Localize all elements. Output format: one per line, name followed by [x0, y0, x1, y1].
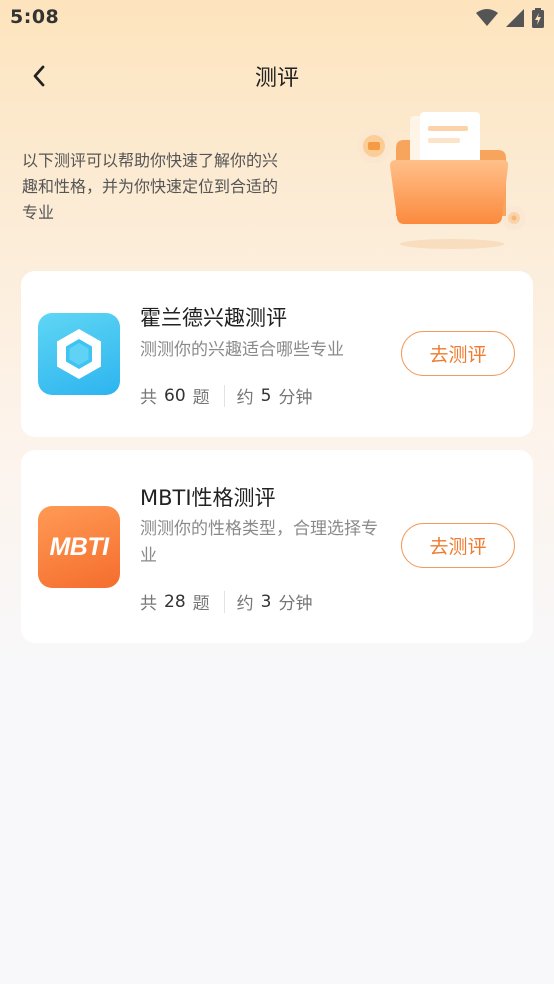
- intro-text: 以下测评可以帮助你快速了解你的兴趣和性格，并为你快速定位到合适的专业: [22, 151, 279, 222]
- duration-minutes: 5: [260, 385, 272, 406]
- assessment-card-mbti[interactable]: MBTI MBTI性格测评 测测你的性格类型，合理选择专业 共 28 题 约 3…: [21, 450, 533, 643]
- hexagon-icon: [57, 329, 101, 379]
- folder-illustration: [357, 112, 526, 249]
- start-assessment-button[interactable]: 去测评: [401, 523, 515, 568]
- assessment-card-holland[interactable]: 霍兰德兴趣测评 测测你的兴趣适合哪些专业 共 60 题 约 5 分钟 去测评: [21, 271, 533, 437]
- meta-divider: [223, 384, 225, 407]
- assessment-description: 测测你的兴趣适合哪些专业: [140, 340, 344, 360]
- time-prefix: 约: [236, 594, 254, 614]
- assessment-title: MBTI性格测评: [140, 486, 276, 510]
- questions-prefix: 共: [140, 594, 157, 614]
- assessment-meta: 共 60 题 约 5 分钟: [140, 383, 312, 408]
- meta-divider: [223, 590, 225, 613]
- page-title: 测评: [254, 66, 299, 91]
- mbti-logo-icon: MBTI: [38, 506, 120, 588]
- assessment-description: 测测你的性格类型，合理选择专业: [140, 519, 378, 566]
- mbti-logo-text: MBTI: [49, 532, 109, 561]
- cell-signal-icon: [506, 9, 524, 27]
- question-count: 60: [164, 385, 186, 406]
- battery-icon: [532, 8, 544, 28]
- questions-suffix: 题: [192, 594, 210, 614]
- time-suffix: 分钟: [278, 388, 313, 408]
- question-count: 28: [164, 591, 186, 612]
- nav-bar: 测评: [0, 52, 554, 100]
- status-icons: [476, 8, 544, 28]
- time-prefix: 约: [236, 388, 254, 408]
- time-suffix: 分钟: [278, 594, 313, 614]
- questions-suffix: 题: [192, 388, 210, 408]
- status-time: 5:08: [10, 6, 60, 28]
- status-bar: 5:08: [0, 0, 554, 38]
- holland-icon: [38, 313, 120, 395]
- assessment-title: 霍兰德兴趣测评: [140, 306, 287, 330]
- assessment-meta: 共 28 题 约 3 分钟: [140, 589, 312, 614]
- questions-prefix: 共: [140, 388, 157, 408]
- duration-minutes: 3: [260, 591, 272, 612]
- wifi-icon: [476, 9, 498, 26]
- start-assessment-button[interactable]: 去测评: [401, 331, 515, 376]
